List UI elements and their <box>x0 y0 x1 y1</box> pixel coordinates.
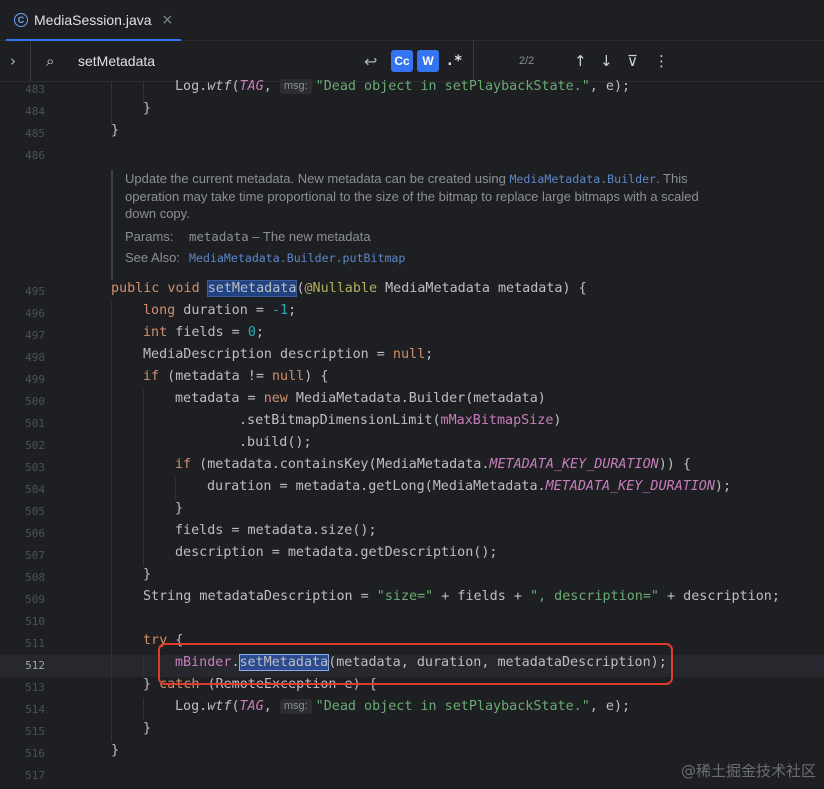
search-input[interactable] <box>78 51 328 71</box>
line-number[interactable]: 509 <box>0 589 45 611</box>
line-number[interactable]: 498 <box>0 347 45 369</box>
tab-media-session[interactable]: C MediaSession.java × <box>6 0 182 41</box>
line-number[interactable]: 507 <box>0 545 45 567</box>
code-line-497: int fields = 0; <box>143 325 264 340</box>
line-number[interactable]: 500 <box>0 391 45 413</box>
line-number[interactable]: 513 <box>0 677 45 699</box>
doc-link[interactable]: MediaMetadata.Builder <box>509 172 656 186</box>
code-line-504: duration = metadata.getLong(MediaMetadat… <box>207 479 732 494</box>
code-line-506: fields = metadata.size(); <box>175 523 377 538</box>
arrow-down-icon[interactable]: ↓ <box>600 41 613 81</box>
parameter-hint: msg: <box>279 699 312 714</box>
watermark: @稀土掘金技术社区 <box>680 762 816 780</box>
chevron-right-icon[interactable]: › <box>10 41 16 81</box>
code-line-515: } <box>143 721 152 736</box>
parameter-hint: msg: <box>279 79 312 94</box>
code-line-485: } <box>111 123 120 138</box>
search-icon[interactable]: ⌕ <box>46 41 54 81</box>
line-number[interactable]: 506 <box>0 523 45 545</box>
code-line-500: metadata = new MediaMetadata.Builder(met… <box>175 391 546 406</box>
line-number[interactable]: 510 <box>0 611 45 633</box>
line-number[interactable]: 517 <box>0 765 45 787</box>
line-number[interactable]: 484 <box>0 101 45 123</box>
divider <box>473 41 474 81</box>
code-editor[interactable]: 483 484 485 486 495 496 497 498 499 500 501 502 503 5… <box>0 79 824 789</box>
line-number[interactable]: 502 <box>0 435 45 457</box>
line-number[interactable]: 497 <box>0 325 45 347</box>
regex-toggle[interactable]: .* <box>444 50 464 72</box>
code-line-501: .setBitmapDimensionLimit(mMaxBitmapSize) <box>239 413 562 428</box>
match-case-toggle[interactable]: Cc <box>391 50 413 72</box>
filter-icon[interactable]: ⊽ <box>627 41 638 81</box>
indent-guide <box>143 390 144 566</box>
line-number[interactable]: 504 <box>0 479 45 501</box>
search-match: setMetadata <box>206 280 298 297</box>
code-line-498: MediaDescription description = null; <box>143 347 434 362</box>
code-line-495: public void setMetadata(@Nullable MediaM… <box>111 280 587 297</box>
code-line-484: } <box>143 101 152 116</box>
code-line-509: String metadataDescription = "size=" + f… <box>143 589 780 604</box>
line-number[interactable]: 501 <box>0 413 45 435</box>
new-line-icon[interactable]: ↩ <box>364 41 377 81</box>
code-line-499: if (metadata != null) { <box>143 369 329 384</box>
indent-guide <box>111 302 112 742</box>
line-number[interactable]: 508 <box>0 567 45 589</box>
line-number[interactable]: 495 <box>0 281 45 303</box>
line-number[interactable]: 483 <box>0 79 45 101</box>
code-line-496: long duration = -1; <box>143 303 297 318</box>
indent-guide <box>143 654 144 676</box>
code-line-516: } <box>111 743 120 758</box>
code-line-483: Log.wtf(TAG, msg: "Dead object in setPlay… <box>175 79 631 94</box>
code-line-505: } <box>175 501 184 516</box>
rendered-javadoc: Update the current metadata. New metadat… <box>111 170 751 280</box>
code-line-508: } <box>143 567 152 582</box>
close-icon[interactable]: × <box>162 12 174 28</box>
indent-guide <box>175 478 176 500</box>
line-number[interactable]: 512 <box>0 655 45 677</box>
code-line-503: if (metadata.containsKey(MediaMetadata.M… <box>175 457 691 472</box>
arrow-up-icon[interactable]: ↑ <box>574 41 587 81</box>
java-class-icon: C <box>14 13 28 27</box>
code-line-502: .build(); <box>239 435 312 450</box>
indent-guide <box>111 82 112 126</box>
divider <box>30 41 31 81</box>
find-bar: › ⌕ ↩ Cc W .* 2/2 ↑ ↓ ⊽ ⋮ <box>0 41 824 82</box>
code-line-507: description = metadata.getDescription(); <box>175 545 498 560</box>
doc-params: Params: metadata – The new metadata <box>125 229 371 244</box>
tab-label: MediaSession.java <box>34 12 152 28</box>
line-number[interactable]: 485 <box>0 123 45 145</box>
line-number[interactable]: 516 <box>0 743 45 765</box>
line-number[interactable]: 511 <box>0 633 45 655</box>
line-number[interactable]: 515 <box>0 721 45 743</box>
line-number[interactable]: 514 <box>0 699 45 721</box>
code-line-514: Log.wtf(TAG, msg: "Dead object in setPlay… <box>175 699 631 714</box>
more-options-icon[interactable]: ⋮ <box>654 41 669 81</box>
line-number[interactable]: 499 <box>0 369 45 391</box>
whole-words-toggle[interactable]: W <box>417 50 439 72</box>
line-number[interactable]: 496 <box>0 303 45 325</box>
line-number[interactable]: 503 <box>0 457 45 479</box>
doc-link[interactable]: MediaMetadata.Builder.putBitmap <box>189 251 405 265</box>
indent-guide <box>143 698 144 720</box>
editor-tab-bar: C MediaSession.java × <box>0 0 824 41</box>
match-count: 2/2 <box>519 55 535 67</box>
highlight-annotation-box <box>158 643 673 685</box>
line-number[interactable]: 505 <box>0 501 45 523</box>
doc-description: Update the current metadata. New metadat… <box>125 171 699 221</box>
line-number[interactable]: 486 <box>0 145 45 167</box>
doc-see-also: See Also: MediaMetadata.Builder.putBitmap <box>125 250 406 265</box>
